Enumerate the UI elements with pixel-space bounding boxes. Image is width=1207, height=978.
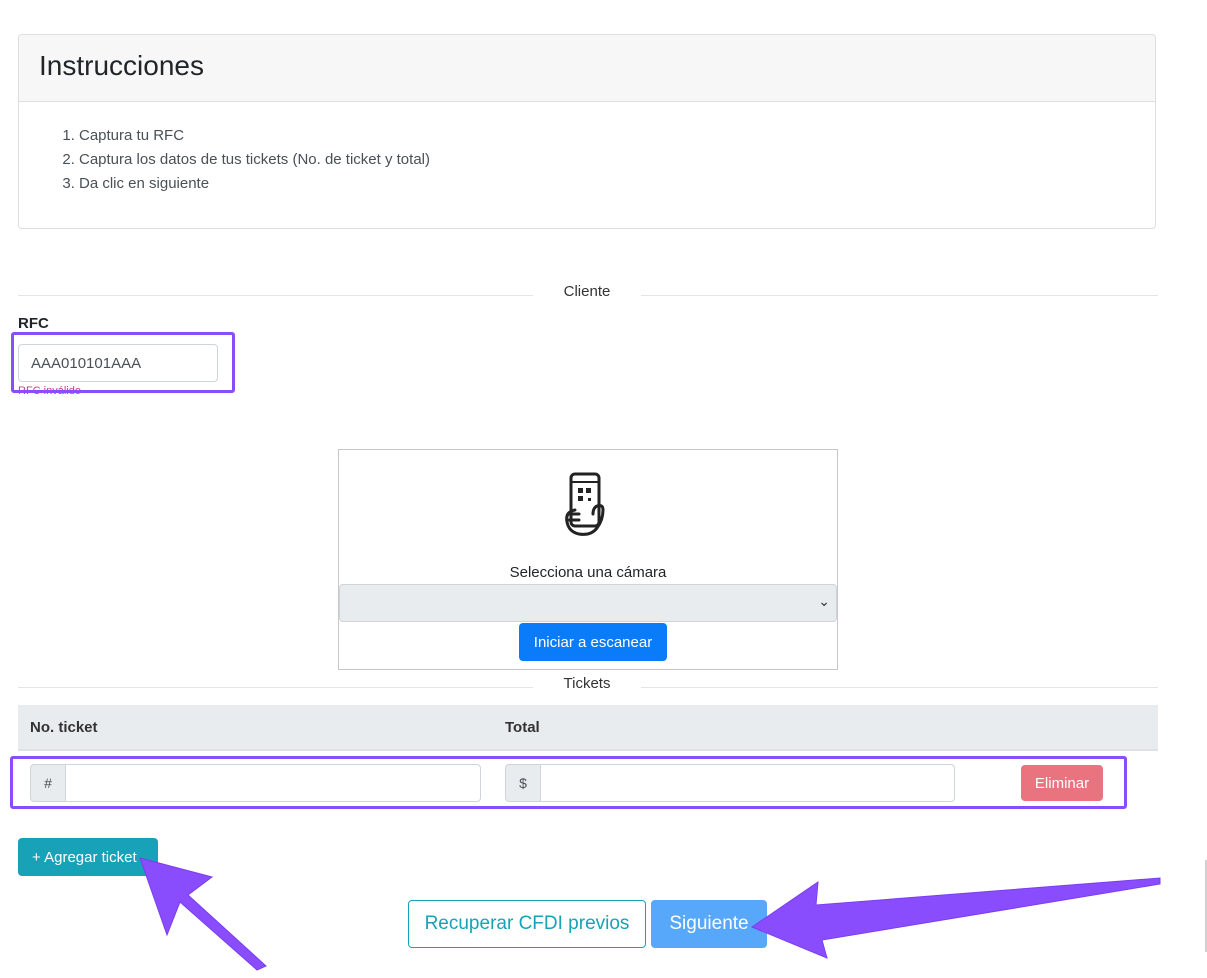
tickets-divider-left — [18, 687, 533, 688]
chevron-down-icon: ⌄ — [818, 593, 830, 609]
column-header-total: Total — [505, 719, 540, 736]
recover-cfdi-button[interactable]: Recuperar CFDI previos — [408, 900, 646, 948]
next-button[interactable]: Siguiente — [651, 900, 767, 948]
camera-select[interactable]: ⌄ — [339, 584, 837, 622]
tickets-divider-right — [641, 687, 1158, 688]
ticket-row-annotation-box — [10, 756, 1127, 809]
qr-scanner-panel: Selecciona una cámara ⌄ Iniciar a escane… — [338, 449, 838, 670]
annotation-arrow-next — [750, 877, 1161, 959]
instruction-step: Da clic en siguiente — [79, 172, 1155, 196]
instructions-card: Instrucciones Captura tu RFC Captura los… — [18, 34, 1156, 229]
instructions-list: Captura tu RFC Captura los datos de tus … — [19, 124, 1155, 196]
instructions-header: Instrucciones — [19, 35, 1155, 102]
rfc-label: RFC — [18, 315, 49, 332]
camera-select-label: Selecciona una cámara — [509, 564, 667, 581]
instructions-body: Captura tu RFC Captura los datos de tus … — [19, 124, 1155, 196]
rfc-annotation-box — [11, 332, 235, 393]
cliente-divider-left — [18, 295, 533, 296]
add-ticket-button[interactable]: + Agregar ticket — [18, 838, 158, 876]
instruction-step: Captura tu RFC — [79, 124, 1155, 148]
column-header-ticket: No. ticket — [30, 719, 98, 736]
instructions-title: Instrucciones — [39, 50, 204, 81]
tickets-table-header: No. ticket Total — [18, 705, 1158, 751]
cliente-section-label: Cliente — [563, 283, 611, 300]
start-scan-button[interactable]: Iniciar a escanear — [519, 623, 667, 661]
tickets-section-label: Tickets — [563, 675, 611, 692]
cliente-divider-right — [641, 295, 1158, 296]
annotation-arrow-add-ticket — [139, 857, 267, 971]
instruction-step: Captura los datos de tus tickets (No. de… — [79, 148, 1155, 172]
phone-qr-scan-icon — [565, 472, 605, 536]
